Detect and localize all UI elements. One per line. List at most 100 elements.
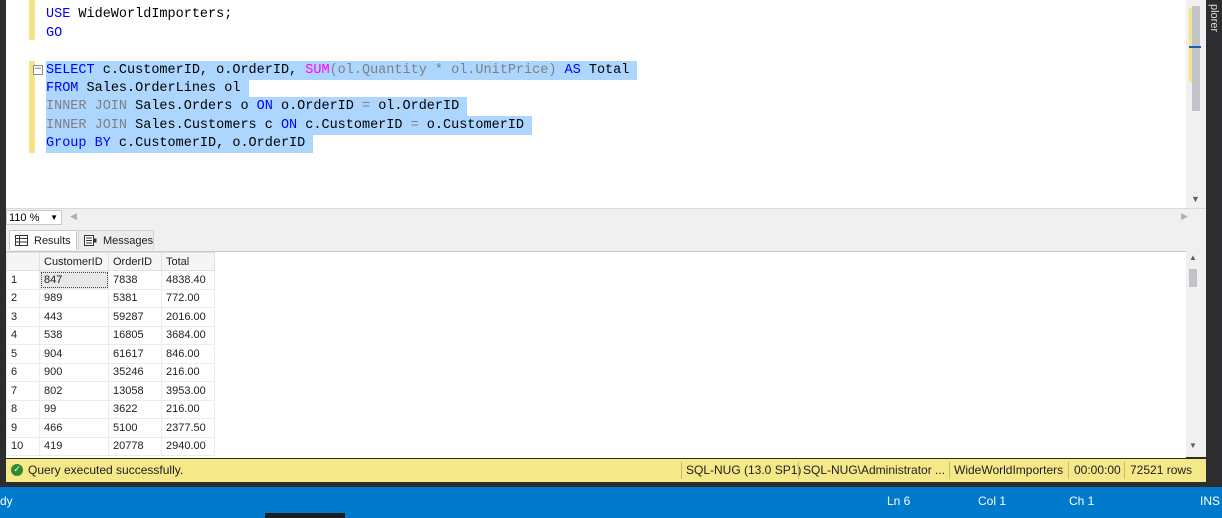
row-number-cell[interactable]: 6	[6, 362, 40, 382]
customer-id-cell[interactable]: 847	[39, 270, 109, 290]
table-row[interactable]: 8 99 3622 216.00	[6, 399, 215, 419]
tab-messages[interactable]: Messages	[78, 230, 154, 250]
editor-scroll-thumb[interactable]	[1192, 6, 1200, 111]
row-number-cell[interactable]: 2	[6, 288, 40, 308]
query-status-message: Query executed successfully.	[28, 463, 184, 477]
customer-id-cell[interactable]: 900	[39, 362, 109, 382]
total-cell[interactable]: 3684.00	[161, 325, 215, 345]
table-row[interactable]: 4 538 16805 3684.00	[6, 325, 215, 345]
order-id-cell[interactable]: 3622	[108, 399, 162, 419]
code-token: INNER JOIN	[46, 99, 136, 114]
code-token: Total	[588, 63, 630, 78]
divider	[1068, 462, 1069, 479]
order-id-cell[interactable]: 7838	[108, 270, 162, 290]
order-id-cell[interactable]: 5100	[108, 418, 162, 438]
results-right-edge	[1200, 251, 1206, 457]
results-scroll-thumb[interactable]	[1189, 269, 1197, 287]
grid-icon	[15, 235, 28, 246]
code-line-text: Group BY c.CustomerID, o.OrderID	[46, 134, 314, 153]
editor-vertical-scrollbar[interactable]: ▼	[1186, 0, 1206, 208]
status-insert-mode: INS	[1200, 494, 1221, 508]
table-row[interactable]: 7 802 13058 3953.00	[6, 381, 215, 401]
row-number-cell[interactable]: 1	[6, 270, 40, 290]
customer-id-cell[interactable]: 989	[39, 288, 109, 308]
customer-id-cell[interactable]: 802	[39, 381, 109, 401]
table-row[interactable]: 10 419 20778 2940.00	[6, 436, 215, 456]
code-token: INNER JOIN	[46, 118, 136, 133]
code-token: Sales.Customers c	[135, 118, 281, 133]
table-row[interactable]: 2 989 5381 772.00	[6, 288, 215, 308]
zoom-select[interactable]: 110 % ▼	[6, 210, 62, 225]
row-number-cell[interactable]: 9	[6, 418, 40, 438]
tab-results-label: Results	[34, 235, 71, 247]
customer-id-cell[interactable]: 538	[39, 325, 109, 345]
server-info: SQL-NUG (13.0 SP1)	[686, 463, 802, 477]
order-id-cell[interactable]: 13058	[108, 381, 162, 401]
total-cell[interactable]: 3953.00	[161, 381, 215, 401]
row-number-cell[interactable]: 5	[6, 344, 40, 364]
code-token: c.CustomerID, o.OrderID,	[102, 63, 306, 78]
status-ready: dy	[0, 494, 13, 508]
total-cell[interactable]: 4838.40	[161, 270, 215, 290]
code-line-text: FROM Sales.OrderLines ol	[46, 79, 249, 98]
customer-id-cell[interactable]: 904	[39, 344, 109, 364]
total-cell[interactable]: 216.00	[161, 362, 215, 382]
chevron-down-icon[interactable]: ▼	[50, 211, 58, 225]
code-token: USE	[46, 7, 79, 22]
status-line: Ln 6	[887, 494, 911, 508]
table-row[interactable]: 9 466 5100 2377.50	[6, 418, 215, 438]
code-line-text: SELECT c.CustomerID, o.OrderID, SUM(ol.Q…	[46, 61, 638, 80]
order-id-cell[interactable]: 20778	[108, 436, 162, 456]
collapse-icon[interactable]: −	[33, 65, 43, 75]
row-number-cell[interactable]: 3	[6, 307, 40, 327]
scroll-left-arrow-icon[interactable]: ◀	[70, 211, 77, 222]
total-cell[interactable]: 846.00	[161, 344, 215, 364]
scroll-right-arrow-icon[interactable]: ▶	[1181, 211, 1188, 222]
scroll-down-arrow-icon[interactable]: ▼	[1191, 194, 1200, 204]
status-char: Ch 1	[1069, 494, 1095, 508]
total-cell[interactable]: 2377.50	[161, 418, 215, 438]
table-header-row: CustomerID OrderID Total	[6, 252, 215, 271]
total-cell[interactable]: 2940.00	[161, 436, 215, 456]
table-row[interactable]: 3 443 59287 2016.00	[6, 307, 215, 327]
row-number-cell[interactable]: 7	[6, 381, 40, 401]
table-row[interactable]: 5 904 61617 846.00	[6, 344, 215, 364]
results-vertical-scrollbar[interactable]: ▲ ▼	[1186, 251, 1200, 457]
results-tab-strip: Results Messages	[6, 227, 1206, 251]
customer-id-cell[interactable]: 466	[39, 418, 109, 438]
row-number-cell[interactable]: 10	[6, 436, 40, 456]
scroll-down-arrow-icon[interactable]: ▼	[1189, 441, 1197, 450]
tab-results[interactable]: Results	[9, 230, 77, 250]
row-number-cell[interactable]: 4	[6, 325, 40, 345]
order-id-cell[interactable]: 61617	[108, 344, 162, 364]
order-id-cell[interactable]: 16805	[108, 325, 162, 345]
order-id-cell[interactable]: 5381	[108, 288, 162, 308]
table-row[interactable]: 6 900 35246 216.00	[6, 362, 215, 382]
table-row[interactable]: 1 847 7838 4838.40	[6, 270, 215, 290]
code-token: SUM	[305, 63, 330, 78]
order-id-cell[interactable]: 59287	[108, 307, 162, 327]
user-info: SQL-NUG\Administrator ...	[803, 463, 946, 477]
customer-id-cell[interactable]: 443	[39, 307, 109, 327]
customer-id-cell[interactable]: 419	[39, 436, 109, 456]
editor-footer: 110 % ▼ ◀ ▶	[6, 208, 1206, 227]
code-token: Sales.Orders o	[135, 99, 257, 114]
total-cell[interactable]: 2016.00	[161, 307, 215, 327]
order-id-cell[interactable]: 35246	[108, 362, 162, 382]
row-number-cell[interactable]: 8	[6, 399, 40, 419]
object-explorer-tab[interactable]: plorer	[1206, 0, 1222, 208]
row-number-header[interactable]	[6, 252, 40, 271]
results-grid[interactable]: CustomerID OrderID Total 1 847 7838 4838.40…	[6, 251, 1186, 458]
scroll-up-arrow-icon[interactable]: ▲	[1189, 253, 1197, 262]
divider	[681, 462, 682, 479]
code-token: *	[434, 63, 452, 78]
customer-id-cell[interactable]: 99	[39, 399, 109, 419]
total-cell[interactable]: 772.00	[161, 288, 215, 308]
query-editor[interactable]: − USE WideWorldImporters; GO SELECT c.Cust…	[6, 0, 1186, 208]
messages-icon	[84, 235, 97, 246]
column-header[interactable]: OrderID	[108, 252, 162, 271]
column-header[interactable]: Total	[161, 252, 215, 271]
database-info: WideWorldImporters	[954, 463, 1064, 477]
column-header[interactable]: CustomerID	[39, 252, 109, 271]
total-cell[interactable]: 216.00	[161, 399, 215, 419]
